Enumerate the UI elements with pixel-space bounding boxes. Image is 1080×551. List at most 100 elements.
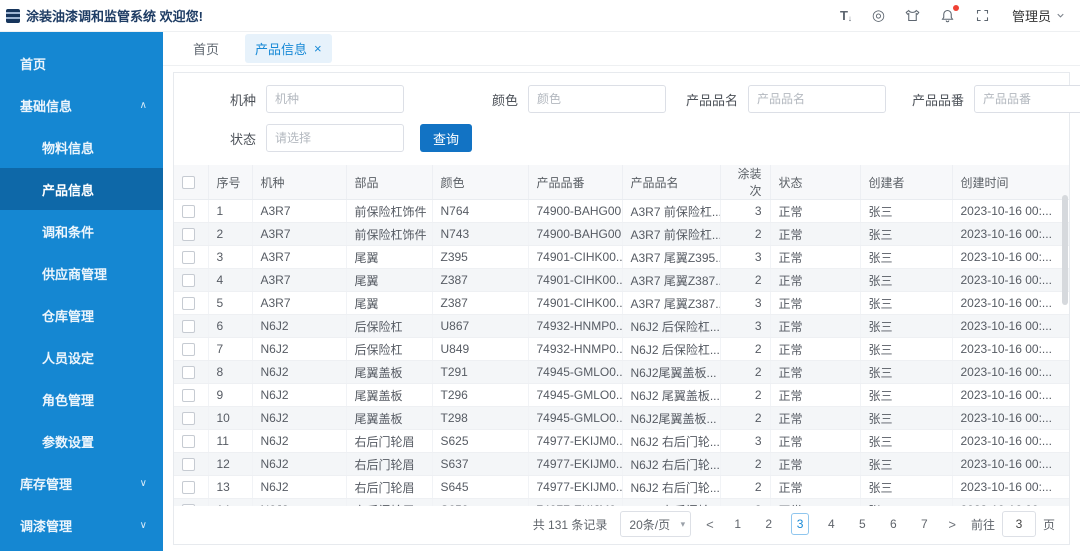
cell: 正常: [770, 406, 861, 430]
cell: 尾翼: [346, 245, 433, 269]
row-checkbox[interactable]: [182, 251, 195, 265]
cell: 张三: [860, 475, 953, 499]
tab-close-icon[interactable]: ×: [314, 42, 322, 55]
row-select-cell: [174, 337, 209, 361]
cell: 正常: [770, 222, 861, 246]
prev-page-button[interactable]: <: [704, 517, 716, 532]
sidebar-item-10[interactable]: 库存管理 ∨: [0, 462, 163, 504]
sidebar-item-6[interactable]: 仓库管理: [0, 294, 163, 336]
help-icon[interactable]: ◎: [872, 7, 885, 25]
row-checkbox[interactable]: [182, 412, 195, 426]
sidebar-item-5[interactable]: 供应商管理: [0, 252, 163, 294]
page-jump-input[interactable]: [1001, 511, 1036, 537]
model-input[interactable]: [266, 85, 404, 113]
theme-icon[interactable]: [905, 7, 920, 25]
product-name-input[interactable]: [748, 85, 886, 113]
header-cell: 涂装次: [720, 165, 771, 200]
status-select[interactable]: [266, 124, 404, 152]
cell: N6J2 右后门轮...: [622, 498, 721, 506]
row-checkbox[interactable]: [182, 458, 195, 472]
cell: 张三: [860, 452, 953, 476]
table-row: 12 N6J2 右后门轮眉 S637 74977-EKIJM0... N6J2 右后门轮.…: [174, 452, 1069, 476]
cell: 5: [208, 291, 253, 315]
cell: N6J2尾翼盖板...: [622, 360, 721, 384]
cell: 张三: [860, 406, 953, 430]
pagination: 共 131 条记录 20条/页 ▾ < 1234567 > 前往 页: [174, 506, 1069, 544]
row-checkbox[interactable]: [182, 366, 195, 380]
search-button[interactable]: 查询: [420, 124, 473, 152]
cell: 2: [720, 337, 771, 361]
next-page-button[interactable]: >: [946, 517, 958, 532]
cell: 张三: [860, 222, 953, 246]
row-checkbox[interactable]: [182, 297, 195, 311]
cell: N6J2 后保险杠...: [622, 314, 721, 338]
cell: N764: [432, 199, 529, 223]
cell: 正常: [770, 498, 861, 506]
filter-panel: 机种 颜色 产品品名 产品品番: [174, 73, 1080, 165]
cell: N6J2尾翼盖板...: [622, 406, 721, 430]
page-number[interactable]: 3: [790, 513, 810, 535]
row-select-cell: [174, 268, 209, 292]
cell: N6J2 右后门轮...: [622, 475, 721, 499]
product-code-input[interactable]: [974, 85, 1080, 113]
cell: 11: [208, 429, 253, 453]
cell: 2023-10-16 00:...: [952, 245, 1069, 269]
jump-to-page: 前往 页: [971, 511, 1055, 537]
page-number[interactable]: 5: [853, 517, 871, 531]
row-checkbox[interactable]: [182, 205, 195, 219]
table-row: 4 A3R7 尾翼 Z387 74901-CIHK00... A3R7 尾翼Z387...…: [174, 268, 1069, 292]
sidebar-item-7[interactable]: 人员设定: [0, 336, 163, 378]
cell: 2: [720, 452, 771, 476]
cell: 2023-10-16 00:...: [952, 337, 1069, 361]
sidebar-item-11[interactable]: 调漆管理 ∨: [0, 504, 163, 546]
select-all-checkbox[interactable]: [182, 176, 195, 190]
color-input[interactable]: [528, 85, 666, 113]
row-checkbox[interactable]: [182, 435, 195, 449]
header-cell: 产品品名: [622, 165, 721, 200]
tab-0[interactable]: 首页: [183, 34, 229, 63]
text-size-icon[interactable]: T↓: [840, 7, 852, 25]
cell: 正常: [770, 337, 861, 361]
page-size-select[interactable]: 20条/页 ▾: [620, 511, 692, 537]
table-scrollbar[interactable]: [1062, 195, 1068, 305]
fullscreen-icon[interactable]: [975, 7, 990, 25]
tab-1[interactable]: 产品信息 ×: [245, 34, 332, 63]
row-checkbox[interactable]: [182, 481, 195, 495]
cell: 74977-EKIJM0...: [528, 475, 623, 499]
notification-bell-icon[interactable]: [940, 4, 959, 25]
sidebar-item-0[interactable]: 首页: [0, 42, 163, 84]
sidebar-item-3[interactable]: 产品信息: [0, 168, 163, 210]
cell: 2: [720, 222, 771, 246]
sidebar-item-8[interactable]: 角色管理: [0, 378, 163, 420]
row-checkbox[interactable]: [182, 320, 195, 334]
cell: A3R7: [252, 222, 347, 246]
sidebar-item-4[interactable]: 调和条件: [0, 210, 163, 252]
row-checkbox[interactable]: [182, 274, 195, 288]
cell: 尾翼盖板: [346, 406, 433, 430]
page-number[interactable]: 4: [822, 517, 840, 531]
cell: 张三: [860, 337, 953, 361]
row-checkbox[interactable]: [182, 343, 195, 357]
header-cell: 机种: [252, 165, 347, 200]
table-row: 11 N6J2 右后门轮眉 S625 74977-EKIJM0... N6J2 右后门轮.…: [174, 429, 1069, 453]
page-number[interactable]: 6: [884, 517, 902, 531]
page-number[interactable]: 2: [760, 517, 778, 531]
sidebar-item-2[interactable]: 物料信息: [0, 126, 163, 168]
page-number[interactable]: 1: [729, 517, 747, 531]
header-cell: 部品: [346, 165, 433, 200]
sidebar-item-9[interactable]: 参数设置: [0, 420, 163, 462]
chevron-down-icon: ▾: [680, 518, 686, 529]
user-menu[interactable]: 管理员: [1012, 6, 1066, 25]
cell: 张三: [860, 199, 953, 223]
cell: A3R7 前保险杠...: [622, 222, 721, 246]
row-checkbox[interactable]: [182, 228, 195, 242]
cell: 2023-10-16 00:...: [952, 360, 1069, 384]
content-card: 机种 颜色 产品品名 产品品番: [173, 72, 1080, 545]
sidebar-item-1[interactable]: 基础信息 ∧: [0, 84, 163, 126]
row-checkbox[interactable]: [182, 504, 195, 506]
row-checkbox[interactable]: [182, 389, 195, 403]
cell: 后保险杠: [346, 337, 433, 361]
page-number[interactable]: 7: [915, 517, 933, 531]
cell: 1: [208, 199, 253, 223]
cell: 6: [208, 314, 253, 338]
